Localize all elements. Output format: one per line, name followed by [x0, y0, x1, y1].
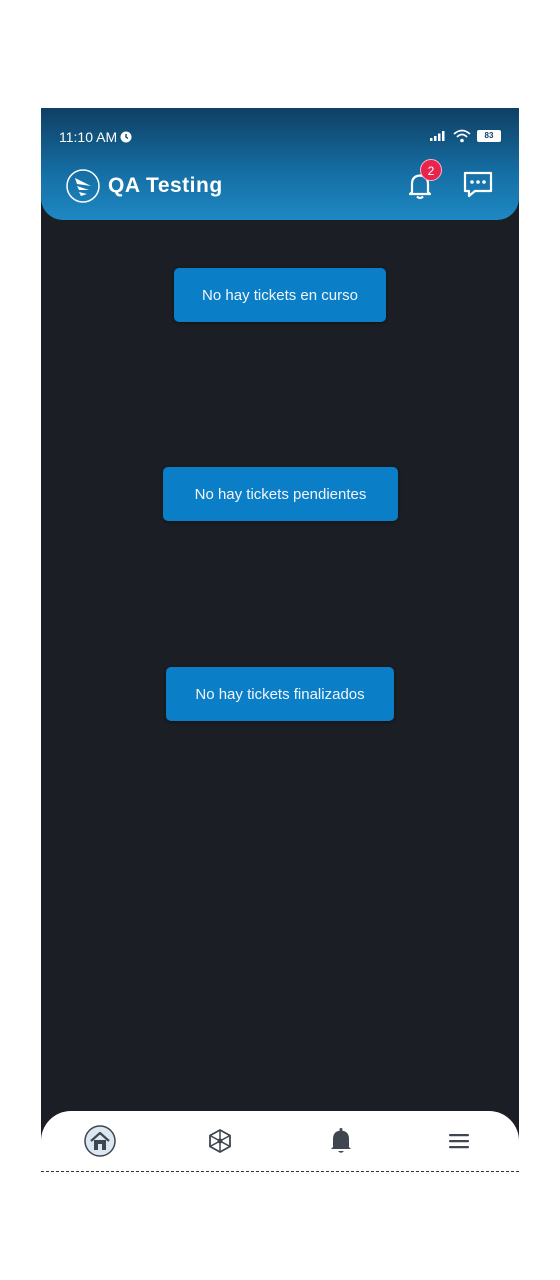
status-bar: 11:10 AM 83 [41, 108, 519, 164]
app-header: 11:10 AM 83 QA Testing 2 [41, 108, 519, 220]
nav-alerts[interactable] [323, 1123, 359, 1159]
bottom-nav [41, 1111, 519, 1172]
nav-menu[interactable] [441, 1123, 477, 1159]
wifi-icon [453, 129, 471, 143]
chat-icon[interactable] [461, 168, 495, 202]
nav-home[interactable] [82, 1123, 118, 1159]
time-text: 11:10 AM [59, 129, 118, 145]
brand-logo [66, 169, 100, 203]
menu-icon [449, 1134, 469, 1149]
status-time: 11:10 AM [59, 129, 132, 145]
empty-finished-message: No hay tickets finalizados [166, 667, 394, 721]
battery-icon: 83 [477, 130, 501, 142]
network-icon [209, 1128, 231, 1154]
frame-divider [41, 1171, 519, 1172]
app-title: QA Testing [108, 174, 223, 197]
notification-badge: 2 [420, 159, 442, 181]
bell-icon [331, 1128, 351, 1153]
alarm-icon [120, 131, 132, 143]
empty-in-progress-message: No hay tickets en curso [174, 268, 386, 322]
header-title-row: QA Testing 2 [41, 159, 519, 208]
nav-network[interactable] [202, 1123, 238, 1159]
empty-pending-message: No hay tickets pendientes [163, 467, 398, 521]
phone-screen: 11:10 AM 83 QA Testing 2 No hay tickets … [41, 108, 519, 1172]
signal-icon [430, 131, 445, 141]
status-icons: 83 [429, 129, 501, 143]
home-icon [84, 1125, 116, 1157]
